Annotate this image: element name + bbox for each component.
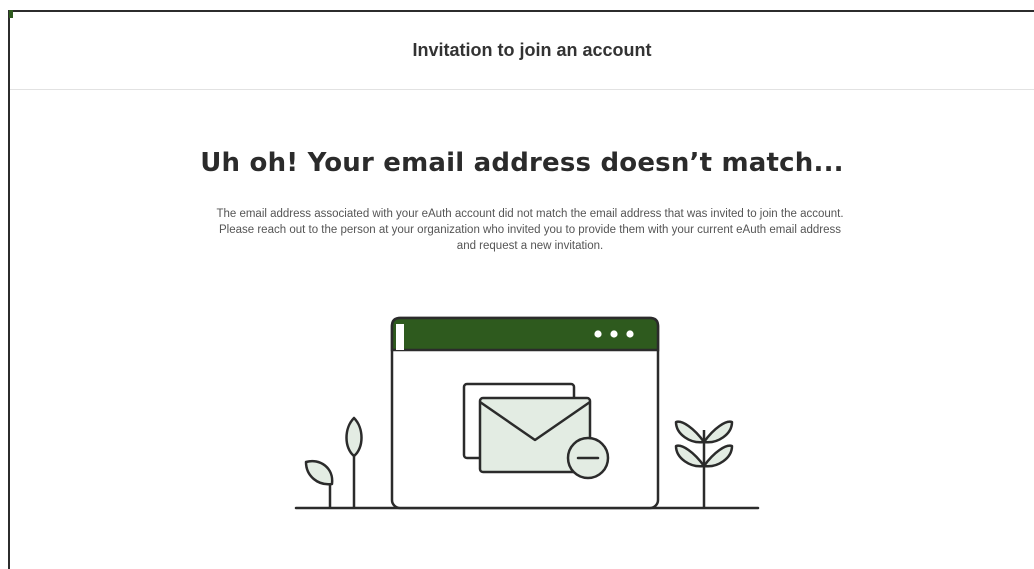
minus-circle-icon [566,436,610,480]
window-edge-left [8,10,10,569]
page-header: Invitation to join an account [10,12,1034,90]
error-message-line-2: Please reach out to the person at your o… [219,224,841,236]
error-message-line-3: and request a new invitation. [456,240,604,252]
error-message-line-1: The email address associated with your e… [216,208,844,220]
error-message: The email address associated with your e… [60,206,1000,254]
left-plant-icon [304,416,363,508]
invitation-page: Invitation to join an account Uh oh! You… [0,0,1034,569]
email-mismatch-illustration [294,316,760,510]
error-heading: Uh oh! Your email address doesn’t match.… [200,148,844,178]
right-plant-icon [674,420,734,508]
page-title: Invitation to join an account [412,40,652,60]
